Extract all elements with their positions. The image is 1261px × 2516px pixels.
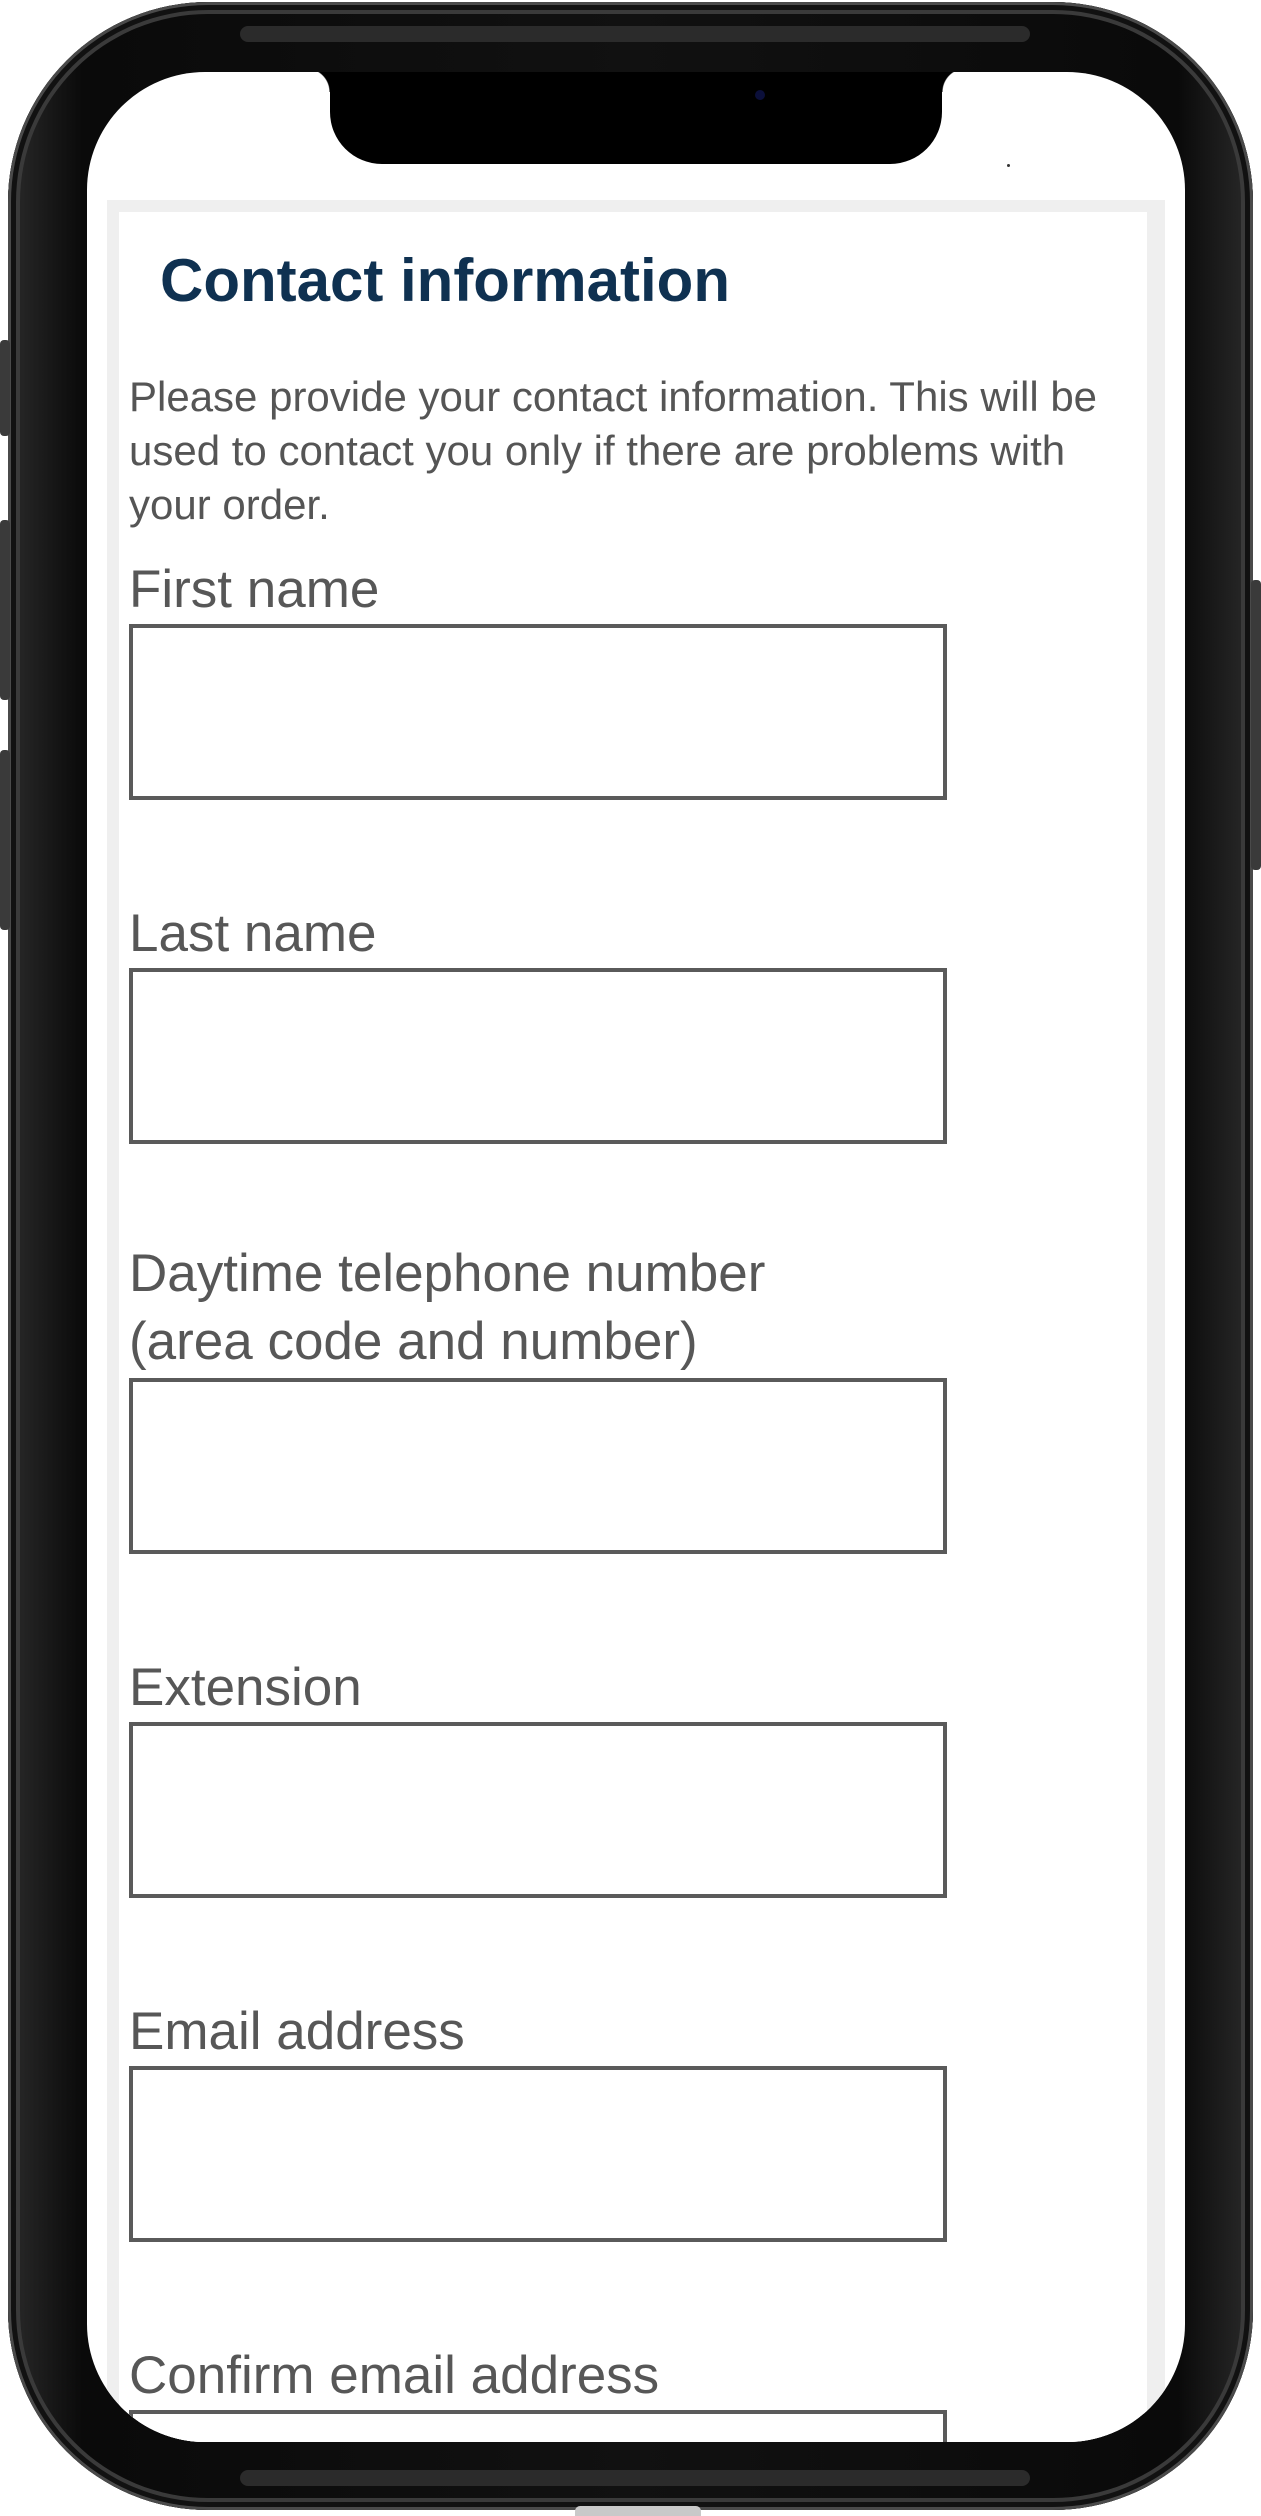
last-name-label: Last name (129, 904, 377, 963)
volume-down-button (0, 750, 10, 930)
notch (306, 72, 966, 164)
form-page-frame: Contact information Please provide your … (107, 200, 1165, 2442)
contact-form: Contact information Please provide your … (119, 212, 1147, 2442)
daytime-phone-label-line2: (area code and number) (129, 1312, 698, 1371)
extension-label: Extension (129, 1658, 362, 1717)
daytime-phone-label: Daytime telephone number (area code and … (129, 1240, 765, 1376)
last-name-input[interactable] (129, 968, 947, 1144)
confirm-email-input[interactable] (129, 2410, 947, 2442)
bezel-highlight (240, 26, 1030, 42)
power-button (1251, 580, 1261, 870)
extension-input[interactable] (129, 1722, 947, 1898)
silent-switch (0, 340, 10, 436)
volume-up-button (0, 520, 10, 700)
phone-screen: Contact information Please provide your … (87, 72, 1185, 2442)
status-indicator-icon (1007, 164, 1010, 167)
bezel-highlight (240, 2470, 1030, 2486)
form-intro-text: Please provide your contact information.… (129, 373, 1098, 528)
front-camera-icon (755, 90, 765, 100)
email-address-label: Email address (129, 2002, 465, 2061)
first-name-input[interactable] (129, 624, 947, 800)
page-title: Contact information (160, 247, 730, 314)
phone-bottom-edge (575, 2506, 701, 2516)
confirm-email-label: Confirm email address (129, 2346, 660, 2405)
daytime-phone-label-line1: Daytime telephone number (129, 1244, 766, 1303)
first-name-label: First name (129, 560, 380, 619)
daytime-phone-input[interactable] (129, 1378, 947, 1554)
email-address-input[interactable] (129, 2066, 947, 2242)
